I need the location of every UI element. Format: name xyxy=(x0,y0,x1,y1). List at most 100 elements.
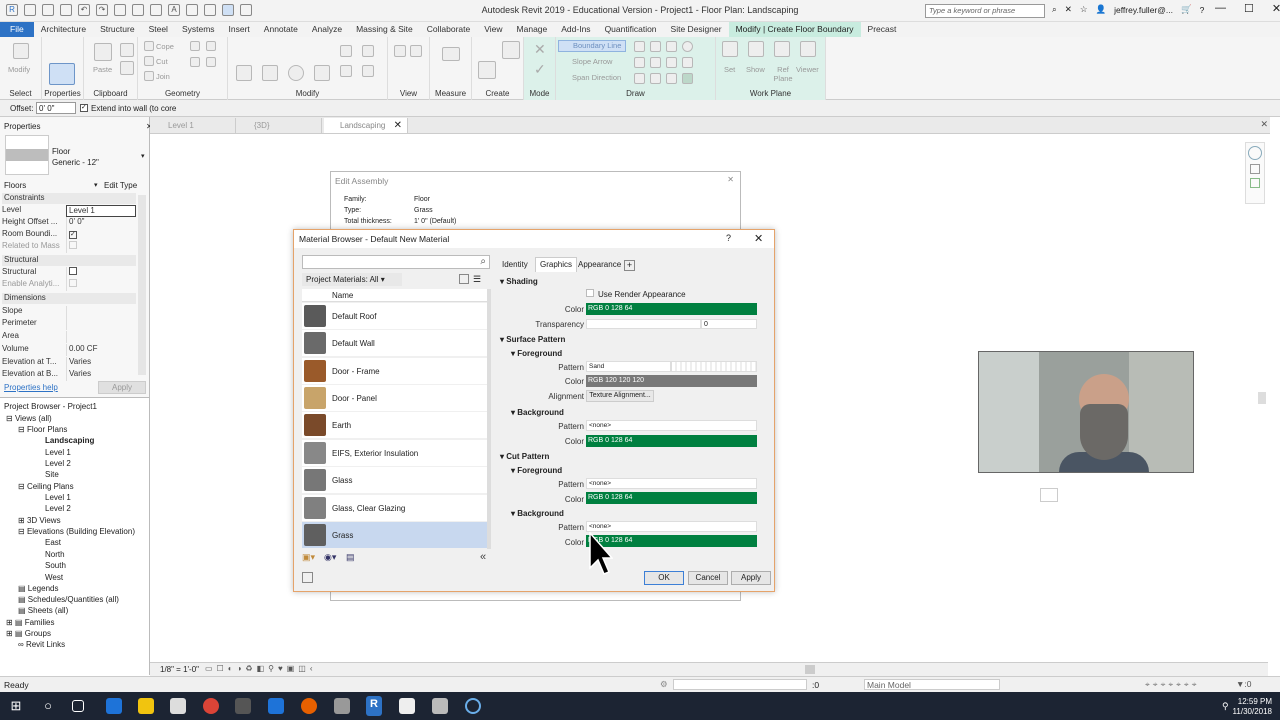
tab-appearance[interactable]: Appearance xyxy=(574,258,625,272)
override-icon[interactable] xyxy=(394,45,406,57)
tree-floor-level-2[interactable]: Level 2 xyxy=(45,459,71,468)
room-bounding-checkbox[interactable]: ✓ xyxy=(69,231,77,239)
surface-fg-color-swatch[interactable]: RGB 120 120 120 xyxy=(586,375,757,387)
cut-pattern-section[interactable]: ▾ Cut Pattern xyxy=(500,452,549,461)
cut-clipboard-icon[interactable] xyxy=(120,61,134,75)
tree-schedules[interactable]: ▤ Schedules/Quantities (all) xyxy=(18,595,119,604)
slope-arrow-button[interactable]: Slope Arrow xyxy=(572,57,612,66)
section-icon[interactable] xyxy=(204,4,216,16)
type-name[interactable]: Generic - 12" xyxy=(52,158,99,167)
maximize-icon[interactable]: ☐ xyxy=(1244,2,1254,15)
material-item-selected[interactable]: Grass xyxy=(302,522,490,548)
name-column-header[interactable]: Name xyxy=(302,289,490,302)
material-search-input[interactable]: ⌕ xyxy=(302,255,490,269)
properties-icon[interactable] xyxy=(49,63,75,85)
pick-walls-icon[interactable] xyxy=(666,73,677,84)
draw-fillet-icon[interactable] xyxy=(666,57,677,68)
tab-analyze[interactable]: Analyze xyxy=(305,22,349,37)
material-item[interactable]: Glass xyxy=(302,467,490,493)
tree-floor-level-1[interactable]: Level 1 xyxy=(45,448,71,457)
create-parts-icon[interactable] xyxy=(502,41,520,59)
create-material-icon[interactable]: ▣▾ xyxy=(302,552,315,563)
tree-landscaping[interactable]: Landscaping xyxy=(45,436,94,445)
copy-icon[interactable] xyxy=(120,43,134,57)
ie-icon[interactable] xyxy=(268,698,284,714)
tree-west[interactable]: West xyxy=(45,573,63,582)
tree-revit-links[interactable]: ∞ Revit Links xyxy=(18,640,65,649)
hide-icon[interactable] xyxy=(410,45,422,57)
zoom-region-icon[interactable] xyxy=(1250,178,1260,188)
use-render-checkbox[interactable] xyxy=(586,289,594,297)
cope-icon[interactable] xyxy=(144,41,154,51)
texture-alignment-button[interactable]: Texture Alignment... xyxy=(586,390,654,402)
group-constraints[interactable]: Constraints xyxy=(2,193,136,204)
type-family[interactable]: Floor xyxy=(52,147,70,156)
transparency-input[interactable]: 0 xyxy=(701,319,757,329)
paste-icon[interactable] xyxy=(94,43,112,61)
tab-modify-create-floor-boundary[interactable]: Modify | Create Floor Boundary xyxy=(728,22,861,37)
design-option-dropdown[interactable]: Main Model xyxy=(864,679,1000,690)
prop-row-slope[interactable]: Slope xyxy=(2,306,136,318)
tab-identity[interactable]: Identity xyxy=(498,258,532,272)
structural-checkbox[interactable] xyxy=(69,267,77,275)
material-list-scrollbar[interactable] xyxy=(487,289,491,549)
tab-structure[interactable]: Structure xyxy=(93,22,142,37)
rotate-icon[interactable] xyxy=(288,65,304,81)
search-input[interactable]: Type a keyword or phrase xyxy=(925,4,1045,18)
search-taskbar-icon[interactable]: ○ xyxy=(40,698,56,714)
revit-taskbar-icon[interactable]: R xyxy=(366,696,382,716)
tab-architecture[interactable]: Architecture xyxy=(34,22,93,37)
material-filter-dropdown[interactable]: Project Materials: All ▾ xyxy=(302,273,402,286)
ref-plane-icon[interactable] xyxy=(774,41,790,57)
pick-lines-icon[interactable] xyxy=(650,73,661,84)
tag-icon[interactable]: A xyxy=(168,4,180,16)
mirror-icon[interactable] xyxy=(340,65,352,77)
tree-families[interactable]: ⊞ ▤ Families xyxy=(6,618,55,627)
array-icon[interactable] xyxy=(362,65,374,77)
selection-toggle-icons[interactable]: ⌖⌖⌖⌖⌖⌖⌖ xyxy=(1145,679,1200,690)
cancel-button[interactable]: Cancel xyxy=(688,571,728,585)
viewer-icon[interactable] xyxy=(800,41,816,57)
view-scale[interactable]: 1/8" = 1'-0" xyxy=(160,665,199,674)
material-item[interactable]: Default Roof xyxy=(302,303,490,329)
surface-bg-color-swatch[interactable]: RGB 0 128 64 xyxy=(586,435,757,447)
surface-bg-pattern-field[interactable]: <none> xyxy=(586,420,757,431)
tree-ceiling-level-2[interactable]: Level 2 xyxy=(45,504,71,513)
view-tab-close-icon[interactable]: ✕ xyxy=(394,118,402,133)
material-close-icon[interactable]: ✕ xyxy=(754,232,763,245)
draw-rect-icon[interactable] xyxy=(650,41,661,52)
filter-icon[interactable]: ▼:0 xyxy=(1236,679,1252,689)
cut-background-section[interactable]: ▾ Background xyxy=(511,509,564,518)
tab-site-designer[interactable]: Site Designer xyxy=(664,22,729,37)
demolish-icon[interactable] xyxy=(206,57,216,67)
draw-polygon-icon[interactable] xyxy=(666,41,677,52)
user-name[interactable]: jeffrey.fuller@... xyxy=(1114,5,1173,15)
canvas-scrollbar[interactable] xyxy=(1258,392,1266,404)
tab-steel[interactable]: Steel xyxy=(142,22,175,37)
draw-ellipse-icon[interactable] xyxy=(634,73,645,84)
tree-elevations[interactable]: ⊟ Elevations (Building Elevation) xyxy=(18,527,135,536)
join-label[interactable]: Join xyxy=(156,72,170,81)
group-dimensions[interactable]: Dimensions xyxy=(2,293,136,304)
cut-label[interactable]: Cut xyxy=(156,57,168,66)
thin-lines-icon[interactable] xyxy=(222,4,234,16)
material-item[interactable]: EIFS, Exterior Insulation xyxy=(302,440,490,466)
tree-sheets[interactable]: ▤ Sheets (all) xyxy=(18,606,68,615)
shading-section[interactable]: ▾ Shading xyxy=(500,277,538,286)
surface-background-section[interactable]: ▾ Background xyxy=(511,408,564,417)
join-icon[interactable] xyxy=(144,71,154,81)
app-icon[interactable] xyxy=(334,698,350,714)
cut-fg-color-swatch[interactable]: RGB 0 128 64 xyxy=(586,492,757,504)
align-icon[interactable] xyxy=(340,45,352,57)
tab-massing-site[interactable]: Massing & Site xyxy=(349,22,420,37)
group-structural[interactable]: Structural xyxy=(2,255,136,266)
measure-icon[interactable] xyxy=(132,4,144,16)
view-control-icons[interactable]: ▭☐◐◑♻◧⚲♥▣◫‹ xyxy=(205,664,317,673)
add-asset-icon[interactable]: + xyxy=(624,260,635,271)
tab-view[interactable]: View xyxy=(477,22,509,37)
view-tab-landscaping[interactable]: Landscaping ✕ xyxy=(324,118,408,133)
move-icon[interactable] xyxy=(236,65,252,81)
minimize-icon[interactable]: — xyxy=(1215,2,1226,15)
tree-floor-plans[interactable]: ⊟ Floor Plans xyxy=(18,425,67,434)
switch-windows-icon[interactable] xyxy=(240,4,252,16)
